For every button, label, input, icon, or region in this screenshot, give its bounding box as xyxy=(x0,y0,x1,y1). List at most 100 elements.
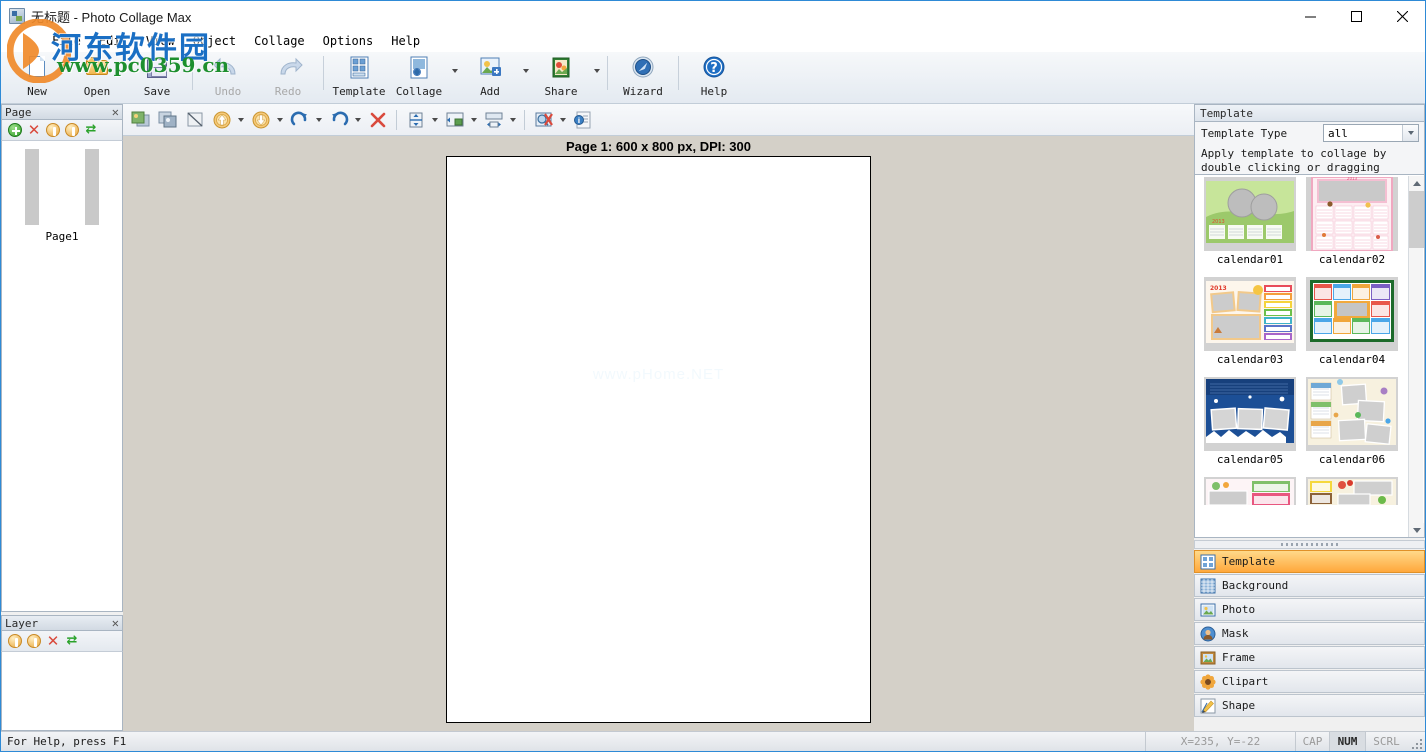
chevron-down-icon[interactable] xyxy=(1402,125,1418,141)
template-thumbnail[interactable] xyxy=(1204,377,1296,451)
sidebar-item-clipart[interactable]: Clipart xyxy=(1194,670,1425,693)
template-thumbnail[interactable]: 2013 xyxy=(1204,177,1296,251)
toolbar-share-button[interactable]: Share xyxy=(531,52,591,102)
align-horizontal-icon[interactable] xyxy=(441,107,468,133)
menu-help[interactable]: Help xyxy=(382,33,429,50)
toolbar-undo-button[interactable]: Undo xyxy=(198,52,258,102)
rotate-right-dropdown-arrow[interactable] xyxy=(313,107,325,133)
template-gallery[interactable]: 2013 calendar01 2013 calendar02 2013 cal… xyxy=(1194,174,1425,538)
delete-layer-icon[interactable]: ✕ xyxy=(46,634,60,649)
template-thumbnail[interactable] xyxy=(1306,477,1398,505)
menu-file[interactable]: File xyxy=(43,33,90,50)
add-page-icon[interactable] xyxy=(8,123,22,137)
properties-info-icon[interactable]: i xyxy=(569,107,596,133)
toolbar-template-button[interactable]: Template xyxy=(329,52,389,102)
template-thumbnail[interactable]: 2013 xyxy=(1204,277,1296,351)
layer-up-icon[interactable] xyxy=(8,634,22,648)
toolbar-collage-button[interactable]: Collage xyxy=(389,52,449,102)
menu-collage[interactable]: Collage xyxy=(245,33,314,50)
share-dropdown-arrow[interactable] xyxy=(591,52,602,102)
move-page-down-icon[interactable] xyxy=(65,123,79,137)
panel-resize-grip[interactable] xyxy=(1194,540,1425,549)
delete-page-icon[interactable]: ✕ xyxy=(27,123,41,138)
toolbar-add-label: Add xyxy=(480,85,500,98)
sidebar-item-mask[interactable]: Mask xyxy=(1194,622,1425,645)
refresh-page-icon[interactable]: ⇄ xyxy=(84,123,98,137)
menu-options[interactable]: Options xyxy=(314,33,383,50)
collage-dropdown-arrow[interactable] xyxy=(449,52,460,102)
crop-icon[interactable] xyxy=(181,107,208,133)
sidebar-item-template[interactable]: Template xyxy=(1194,550,1425,573)
template-item[interactable]: 2013 xyxy=(1301,177,1403,277)
page-thumbnail-item[interactable]: Page1 xyxy=(2,141,122,243)
add-dropdown-arrow[interactable] xyxy=(520,52,531,102)
move-down-icon[interactable] xyxy=(247,107,274,133)
template-thumbnail[interactable]: 2013 xyxy=(1306,177,1398,251)
template-thumbnail[interactable] xyxy=(1204,477,1296,505)
template-item[interactable] xyxy=(1199,477,1301,537)
move-down-dropdown-arrow[interactable] xyxy=(274,107,286,133)
zoom-remove-dropdown-arrow[interactable] xyxy=(557,107,569,133)
toolbar-help-button[interactable]: ? Help xyxy=(684,52,744,102)
close-button[interactable] xyxy=(1379,1,1425,31)
toolbar-add-button[interactable]: Add xyxy=(460,52,520,102)
scroll-down-icon[interactable] xyxy=(1409,523,1424,537)
template-item[interactable]: calendar04 xyxy=(1301,277,1403,377)
bring-to-front-icon[interactable] xyxy=(127,107,154,133)
size-match-icon[interactable] xyxy=(480,107,507,133)
menu-object[interactable]: Object xyxy=(184,33,245,50)
maximize-button[interactable] xyxy=(1333,1,1379,31)
template-thumbnail[interactable] xyxy=(1306,377,1398,451)
align-vertical-icon[interactable] xyxy=(402,107,429,133)
layer-list[interactable] xyxy=(1,652,123,731)
align-vertical-dropdown-arrow[interactable] xyxy=(429,107,441,133)
collage-paper[interactable]: www.pHome.NET xyxy=(446,156,871,723)
template-item[interactable] xyxy=(1301,477,1403,537)
align-horizontal-dropdown-arrow[interactable] xyxy=(468,107,480,133)
sidebar-item-background[interactable]: Background xyxy=(1194,574,1425,597)
template-item[interactable]: 2013 xyxy=(1199,177,1301,277)
toolbar-new-button[interactable]: New xyxy=(7,52,67,102)
toolbar-wizard-button[interactable]: Wizard xyxy=(613,52,673,102)
status-coordinates: X=235, Y=-22 xyxy=(1145,731,1295,751)
move-up-icon[interactable] xyxy=(208,107,235,133)
layer-panel-close-icon[interactable]: ✕ xyxy=(112,617,119,629)
toolbar-save-button[interactable]: Save xyxy=(127,52,187,102)
toolbar-redo-button[interactable]: Redo xyxy=(258,52,318,102)
rotate-right-icon[interactable] xyxy=(286,107,313,133)
application-window: 无标题 - Photo Collage Max File Edit View O… xyxy=(0,0,1426,752)
refresh-layer-icon[interactable]: ⇄ xyxy=(65,634,79,648)
layer-down-icon[interactable] xyxy=(27,634,41,648)
scrollbar-thumb[interactable] xyxy=(1409,191,1424,248)
page-list[interactable]: Page1 xyxy=(1,141,123,612)
send-to-back-icon[interactable] xyxy=(154,107,181,133)
rotate-left-dropdown-arrow[interactable] xyxy=(352,107,364,133)
template-thumbnail[interactable] xyxy=(1306,277,1398,351)
template-type-row: Template Type all xyxy=(1194,122,1425,144)
template-item[interactable]: calendar05 xyxy=(1199,377,1301,477)
sidebar-item-shape[interactable]: Shape xyxy=(1194,694,1425,717)
toolbar-open-button[interactable]: Open xyxy=(67,52,127,102)
move-up-dropdown-arrow[interactable] xyxy=(235,107,247,133)
template-type-select[interactable]: all xyxy=(1323,124,1419,142)
sidebar-item-frame[interactable]: Frame xyxy=(1194,646,1425,669)
scroll-up-icon[interactable] xyxy=(1409,176,1424,191)
canvas-area[interactable]: Page 1: 600 x 800 px, DPI: 300 www.pHome… xyxy=(123,136,1194,731)
template-item[interactable]: calendar06 xyxy=(1301,377,1403,477)
move-page-up-icon[interactable] xyxy=(46,123,60,137)
template-item[interactable]: 2013 xyxy=(1199,277,1301,377)
menu-view[interactable]: View xyxy=(137,33,184,50)
resize-grip-icon[interactable] xyxy=(1407,732,1425,752)
delete-icon[interactable] xyxy=(364,107,391,133)
page-panel-close-icon[interactable]: ✕ xyxy=(112,106,119,118)
menu-edit[interactable]: Edit xyxy=(90,33,137,50)
page-thumbnail[interactable] xyxy=(21,149,103,225)
template-scrollbar[interactable] xyxy=(1408,176,1424,537)
size-match-dropdown-arrow[interactable] xyxy=(507,107,519,133)
toolbar-wizard-label: Wizard xyxy=(623,85,663,98)
zoom-remove-icon[interactable] xyxy=(530,107,557,133)
page-panel-titlebar: Page ✕ xyxy=(1,104,123,120)
rotate-left-icon[interactable] xyxy=(325,107,352,133)
minimize-button[interactable] xyxy=(1287,1,1333,31)
sidebar-item-photo[interactable]: Photo xyxy=(1194,598,1425,621)
